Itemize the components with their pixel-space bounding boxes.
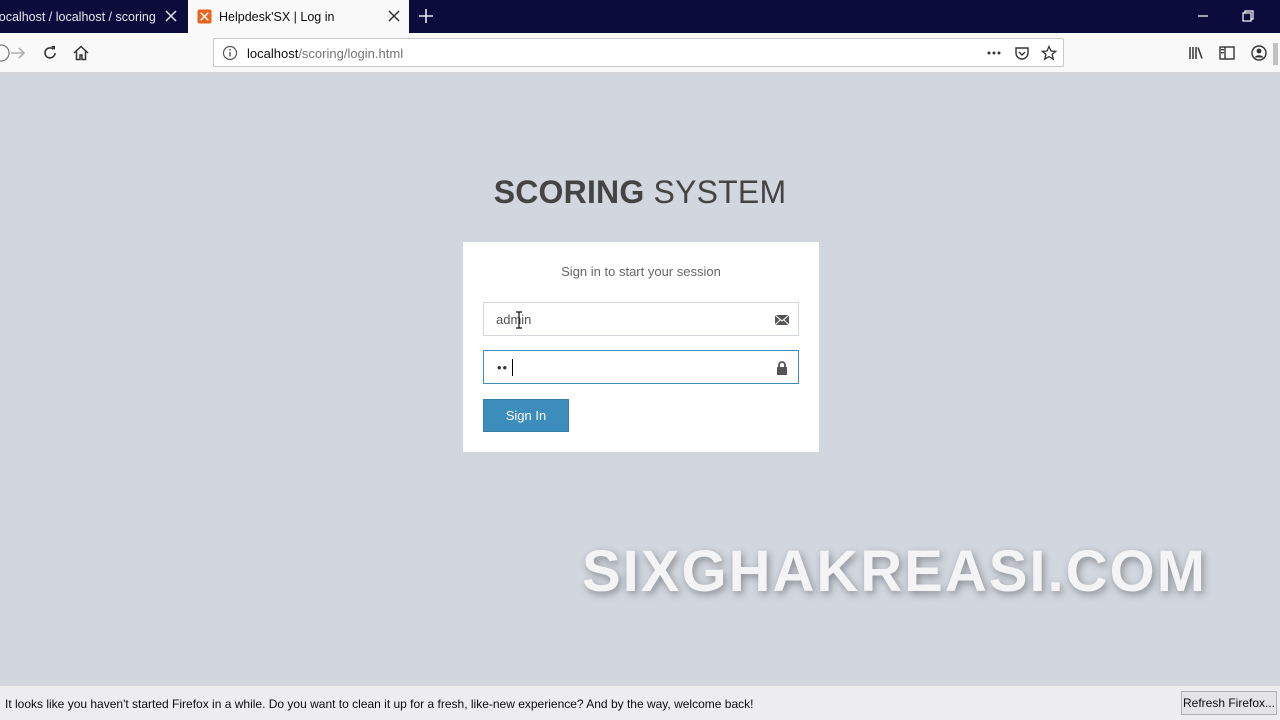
new-tab-icon[interactable]: [416, 6, 436, 26]
bookmark-star-icon[interactable]: [1041, 45, 1057, 61]
restore-icon[interactable]: [1241, 9, 1255, 23]
close-tab-icon[interactable]: [386, 8, 402, 24]
more-actions-icon[interactable]: [986, 45, 1002, 61]
tab-phpmyadmin[interactable]: localhost / localhost / scoring | phpMyA…: [0, 0, 187, 33]
account-icon[interactable]: [1250, 44, 1268, 62]
url-path: /scoring/login.html: [298, 46, 404, 61]
lock-icon: [777, 361, 787, 375]
login-box-message: Sign in to start your session: [561, 264, 721, 279]
url-bar[interactable]: localhost/scoring/login.html: [213, 38, 1064, 67]
favicon-icon: [197, 9, 212, 24]
tab-title: Helpdesk'SX | Log in: [219, 10, 335, 24]
url-text[interactable]: localhost/scoring/login.html: [247, 46, 403, 61]
username-input[interactable]: [484, 303, 798, 335]
reload-icon[interactable]: [41, 44, 59, 62]
notification-message: It looks like you haven't started Firefo…: [5, 697, 754, 711]
close-tab-icon[interactable]: [163, 8, 179, 24]
username-field[interactable]: [483, 302, 799, 336]
notification-bar: It looks like you haven't started Firefo…: [0, 685, 1280, 720]
library-icon[interactable]: [1187, 44, 1205, 62]
text-caret: [512, 359, 513, 376]
sidebar-icon[interactable]: [1218, 44, 1236, 62]
password-input[interactable]: ••: [497, 360, 508, 375]
tab-helpdesk-login[interactable]: Helpdesk'SX | Log in: [188, 0, 409, 33]
pocket-icon[interactable]: [1014, 45, 1030, 61]
brand-title: SCORING SYSTEM: [0, 174, 1280, 211]
forward-icon[interactable]: [9, 44, 27, 62]
scrollbar-icon[interactable]: [1271, 33, 1280, 73]
text-cursor-icon: [516, 311, 522, 329]
watermark: SIXGHAKREASI.COM: [582, 539, 1207, 604]
info-icon[interactable]: [222, 45, 238, 61]
envelope-icon: [774, 314, 790, 326]
url-host: localhost: [247, 46, 299, 61]
refresh-firefox-button[interactable]: Refresh Firefox...: [1181, 691, 1277, 715]
password-field[interactable]: ••: [483, 350, 799, 384]
nav-bar: localhost/scoring/login.html: [0, 33, 1280, 73]
login-box: Sign in to start your session •• Sign In: [463, 242, 819, 452]
brand-light: SYSTEM: [644, 174, 787, 210]
minimize-icon[interactable]: [1196, 9, 1210, 23]
tab-bar: localhost / localhost / scoring | phpMyA…: [0, 0, 1280, 33]
tab-title: localhost / localhost / scoring | phpMyA…: [0, 10, 158, 24]
sign-in-button[interactable]: Sign In: [483, 399, 569, 432]
brand-bold: SCORING: [493, 174, 645, 210]
home-icon[interactable]: [72, 44, 90, 62]
